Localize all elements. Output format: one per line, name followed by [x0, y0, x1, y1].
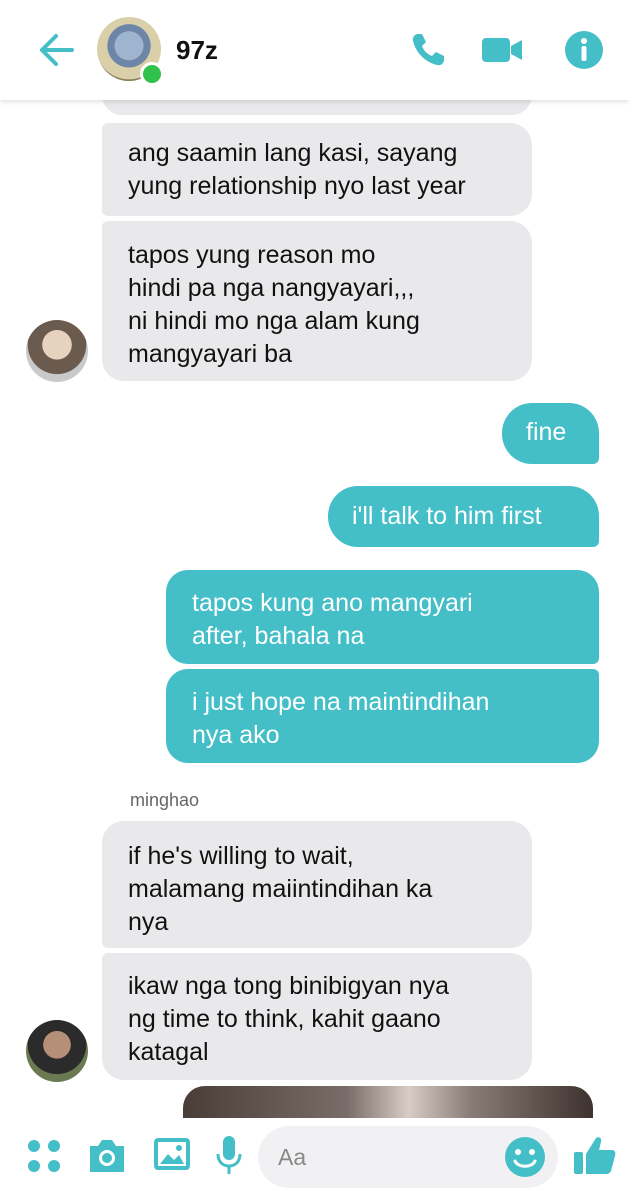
message-bubble-outgoing[interactable]: i'll talk to him first	[328, 486, 599, 547]
message-bubble-outgoing[interactable]: i just hope na maintindihan nya ako	[166, 669, 599, 763]
back-arrow-icon[interactable]	[32, 28, 76, 72]
message-bubble-incoming[interactable]: tapos yung reason mo hindi pa nga nangya…	[102, 221, 532, 381]
microphone-icon[interactable]	[214, 1134, 244, 1178]
video-camera-icon[interactable]	[480, 28, 524, 72]
contact-name[interactable]: 97z	[176, 35, 218, 66]
message-bubble-incoming[interactable]: ang saamin lang kasi, sayang yung relati…	[102, 123, 532, 216]
composer-bar: Aa	[0, 1118, 629, 1200]
sender-avatar[interactable]	[26, 1020, 88, 1082]
message-bubble-incoming[interactable]: if he's willing to wait, malamang maiint…	[102, 821, 532, 948]
shared-photo-message[interactable]	[183, 1086, 593, 1118]
apps-icon[interactable]	[26, 1138, 62, 1174]
message-input[interactable]: Aa	[258, 1126, 558, 1188]
phone-icon[interactable]	[406, 28, 450, 72]
message-bubble-incoming[interactable]: ikaw nga tong binibigyan nya ng time to …	[102, 953, 532, 1080]
camera-icon[interactable]	[86, 1136, 128, 1176]
message-bubble-outgoing[interactable]: tapos kung ano mangyari after, bahala na	[166, 570, 599, 664]
gallery-icon[interactable]	[152, 1134, 192, 1174]
emoji-icon[interactable]	[503, 1135, 547, 1179]
conversation-header: 97z	[0, 0, 629, 100]
online-status-dot	[140, 62, 164, 86]
like-icon[interactable]	[572, 1132, 618, 1178]
sender-name-label: minghao	[130, 790, 200, 810]
message-bubble-outgoing[interactable]: fine	[502, 403, 599, 464]
sender-avatar[interactable]	[26, 320, 88, 382]
info-icon[interactable]	[562, 28, 606, 72]
message-input-placeholder: Aa	[278, 1144, 307, 1170]
